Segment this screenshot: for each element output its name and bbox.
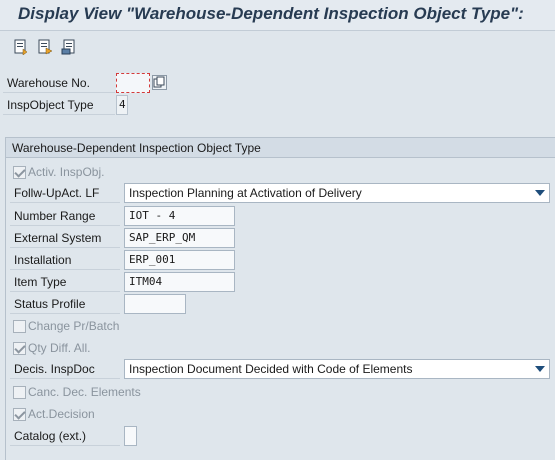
- inspobject-type-field: 4: [116, 95, 128, 115]
- value-help-button[interactable]: [152, 75, 167, 90]
- change-pr-batch-checkbox[interactable]: [13, 320, 26, 333]
- catalog-ext-field[interactable]: [124, 426, 137, 446]
- group-title: Warehouse-Dependent Inspection Object Ty…: [6, 138, 555, 158]
- other-entry-button[interactable]: [12, 38, 30, 56]
- title-bar: Display View "Warehouse-Dependent Inspec…: [0, 0, 555, 31]
- label-divider: [10, 291, 120, 292]
- decis-inspdoc-value: Inspection Document Decided with Code of…: [129, 362, 413, 376]
- item-type-field[interactable]: ITM04: [124, 272, 235, 292]
- qty-diff-label: Qty Diff. All.: [28, 341, 91, 355]
- inspobject-type-label: InspObject Type: [3, 95, 115, 115]
- external-system-field[interactable]: SAP_ERP_QM: [124, 228, 235, 248]
- installation-label: Installation: [14, 253, 72, 267]
- warehouse-number-label: Warehouse No.: [3, 73, 115, 93]
- number-range-label: Number Range: [14, 209, 96, 223]
- warehouse-number-field[interactable]: [116, 73, 150, 93]
- print-icon: [61, 39, 75, 55]
- label-divider: [10, 202, 120, 203]
- activ-inspobj-checkbox[interactable]: [13, 166, 26, 179]
- chevron-down-icon: [535, 190, 545, 196]
- page-title: Display View "Warehouse-Dependent Inspec…: [18, 4, 524, 23]
- value-help-icon: [153, 76, 165, 88]
- label-divider: [10, 247, 120, 248]
- next-entry-icon: [38, 39, 53, 55]
- chevron-down-icon: [535, 366, 545, 372]
- follow-up-dropdown[interactable]: Inspection Planning at Activation of Del…: [124, 183, 550, 203]
- qty-diff-checkbox[interactable]: [13, 342, 26, 355]
- inspection-object-type-group: Warehouse-Dependent Inspection Object Ty…: [5, 137, 555, 460]
- label-divider: [10, 445, 120, 446]
- number-range-field[interactable]: IOT - 4: [124, 206, 235, 226]
- catalog-ext-label: Catalog (ext.): [14, 429, 87, 443]
- print-button[interactable]: [60, 38, 78, 56]
- next-entry-button[interactable]: [36, 38, 54, 56]
- canc-dec-elements-checkbox[interactable]: [13, 386, 26, 399]
- external-system-label: External System: [14, 231, 102, 245]
- decis-inspdoc-dropdown[interactable]: Inspection Document Decided with Code of…: [124, 359, 550, 379]
- item-type-label: Item Type: [14, 275, 67, 289]
- follow-up-value: Inspection Planning at Activation of Del…: [129, 186, 362, 200]
- act-decision-checkbox[interactable]: [13, 408, 26, 421]
- status-profile-field[interactable]: [124, 294, 186, 314]
- label-divider: [10, 378, 120, 379]
- status-profile-label: Status Profile: [14, 297, 86, 311]
- decis-inspdoc-label: Decis. InspDoc: [14, 362, 95, 376]
- label-divider: [10, 269, 120, 270]
- change-pr-batch-label: Change Pr/Batch: [28, 319, 120, 333]
- other-entry-icon: [14, 39, 28, 55]
- activ-inspobj-label: Activ. InspObj.: [28, 165, 105, 179]
- label-divider: [10, 225, 120, 226]
- installation-field[interactable]: ERP_001: [124, 250, 235, 270]
- act-decision-label: Act.Decision: [28, 407, 95, 421]
- follow-up-label: Follw-UpAct. LF: [14, 186, 100, 200]
- canc-dec-elements-label: Canc. Dec. Elements: [28, 385, 141, 399]
- label-divider: [10, 313, 120, 314]
- application-toolbar: [0, 32, 555, 62]
